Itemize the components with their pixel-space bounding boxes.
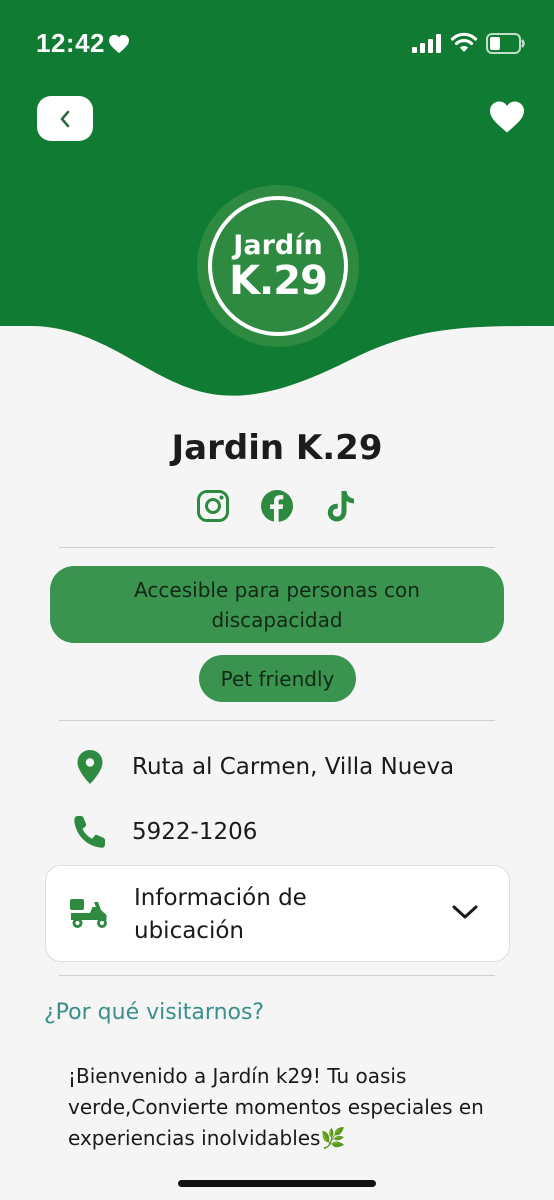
battery-icon xyxy=(486,33,525,54)
phone-text: 5922-1206 xyxy=(132,819,258,845)
location-info-label: Información de ubicación xyxy=(134,885,307,944)
back-button[interactable] xyxy=(37,96,93,141)
status-bar: 12:42 xyxy=(0,0,554,88)
home-indicator[interactable] xyxy=(178,1180,376,1187)
tag-accessible: Accesible para personas con discapacidad xyxy=(50,566,504,643)
logo-ring: Jardín K.29 xyxy=(208,196,348,336)
tiktok-link[interactable] xyxy=(322,487,360,525)
favorite-button[interactable] xyxy=(486,98,528,136)
welcome-text: ¡Bienvenido a Jardín k29! Tu oasis verde… xyxy=(68,1064,484,1150)
place-logo: Jardín K.29 xyxy=(197,185,359,347)
logo-line2: K.29 xyxy=(229,258,328,304)
heart-status-icon xyxy=(109,34,129,54)
place-title: Jardin K.29 xyxy=(171,428,383,468)
chevron-left-icon xyxy=(60,110,70,127)
wifi-icon xyxy=(450,32,478,52)
scooter-icon xyxy=(70,899,107,928)
status-time: 12:42 xyxy=(36,28,105,58)
location-info-card[interactable]: Información de ubicación xyxy=(45,865,510,962)
divider-top xyxy=(59,547,495,548)
tiktok-icon xyxy=(327,491,354,522)
why-visit-heading: ¿Por qué visitarnos? xyxy=(44,1000,265,1025)
signal-icon xyxy=(412,34,441,53)
location-pin-icon xyxy=(77,750,103,784)
address-text: Ruta al Carmen, Villa Nueva xyxy=(132,754,455,780)
address-row[interactable]: Ruta al Carmen, Villa Nueva xyxy=(70,749,454,785)
instagram-link[interactable] xyxy=(194,487,232,525)
tag-pet-friendly: Pet friendly xyxy=(199,655,356,702)
heart-icon xyxy=(490,101,524,133)
divider-bottom xyxy=(59,975,495,976)
facebook-icon xyxy=(261,490,293,522)
phone-icon xyxy=(74,816,105,848)
social-links xyxy=(194,487,360,525)
phone-row[interactable]: 5922-1206 xyxy=(70,814,257,850)
logo-line1: Jardín xyxy=(233,230,323,261)
chevron-down-icon xyxy=(452,905,478,919)
divider-tags xyxy=(59,720,495,721)
facebook-link[interactable] xyxy=(258,487,296,525)
instagram-icon xyxy=(197,490,229,522)
